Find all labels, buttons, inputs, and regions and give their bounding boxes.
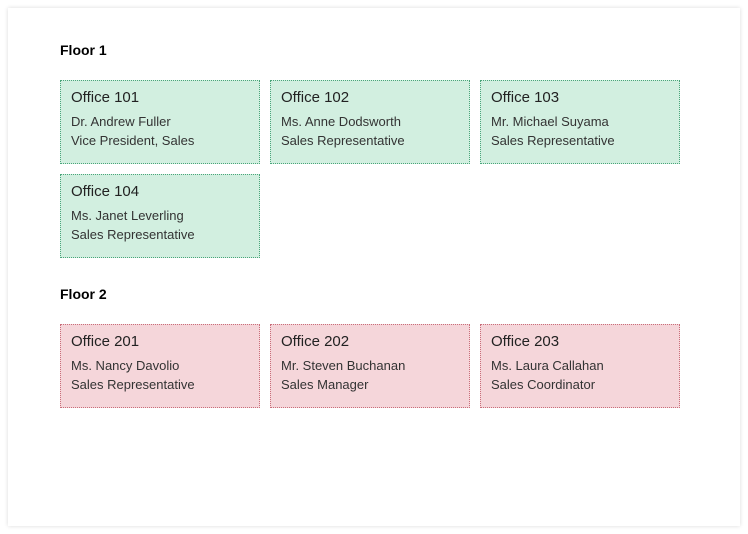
offices-grid: Office 101 Dr. Andrew Fuller Vice Presid… xyxy=(60,80,688,258)
office-person: Ms. Anne Dodsworth xyxy=(281,114,459,129)
office-title: Sales Representative xyxy=(491,133,669,148)
office-title: Sales Representative xyxy=(281,133,459,148)
office-person: Mr. Michael Suyama xyxy=(491,114,669,129)
office-card[interactable]: Office 102 Ms. Anne Dodsworth Sales Repr… xyxy=(270,80,470,164)
office-card[interactable]: Office 103 Mr. Michael Suyama Sales Repr… xyxy=(480,80,680,164)
floor-heading: Floor 2 xyxy=(60,286,688,302)
office-person: Ms. Laura Callahan xyxy=(491,358,669,373)
office-name: Office 104 xyxy=(71,183,249,200)
office-name: Office 201 xyxy=(71,333,249,350)
office-title: Sales Representative xyxy=(71,377,249,392)
offices-grid: Office 201 Ms. Nancy Davolio Sales Repre… xyxy=(60,324,688,408)
floor-section-1: Floor 1 Office 101 Dr. Andrew Fuller Vic… xyxy=(60,42,688,258)
office-name: Office 203 xyxy=(491,333,669,350)
office-name: Office 202 xyxy=(281,333,459,350)
office-card[interactable]: Office 104 Ms. Janet Leverling Sales Rep… xyxy=(60,174,260,258)
office-title: Sales Manager xyxy=(281,377,459,392)
office-name: Office 101 xyxy=(71,89,249,106)
office-card[interactable]: Office 203 Ms. Laura Callahan Sales Coor… xyxy=(480,324,680,408)
office-name: Office 103 xyxy=(491,89,669,106)
office-card[interactable]: Office 202 Mr. Steven Buchanan Sales Man… xyxy=(270,324,470,408)
office-person: Ms. Nancy Davolio xyxy=(71,358,249,373)
office-card[interactable]: Office 201 Ms. Nancy Davolio Sales Repre… xyxy=(60,324,260,408)
office-person: Ms. Janet Leverling xyxy=(71,208,249,223)
floor-section-2: Floor 2 Office 201 Ms. Nancy Davolio Sal… xyxy=(60,286,688,408)
office-name: Office 102 xyxy=(281,89,459,106)
office-person: Mr. Steven Buchanan xyxy=(281,358,459,373)
main-container: Floor 1 Office 101 Dr. Andrew Fuller Vic… xyxy=(8,8,740,526)
office-title: Vice President, Sales xyxy=(71,133,249,148)
office-title: Sales Representative xyxy=(71,227,249,242)
office-title: Sales Coordinator xyxy=(491,377,669,392)
floor-heading: Floor 1 xyxy=(60,42,688,58)
office-person: Dr. Andrew Fuller xyxy=(71,114,249,129)
office-card[interactable]: Office 101 Dr. Andrew Fuller Vice Presid… xyxy=(60,80,260,164)
